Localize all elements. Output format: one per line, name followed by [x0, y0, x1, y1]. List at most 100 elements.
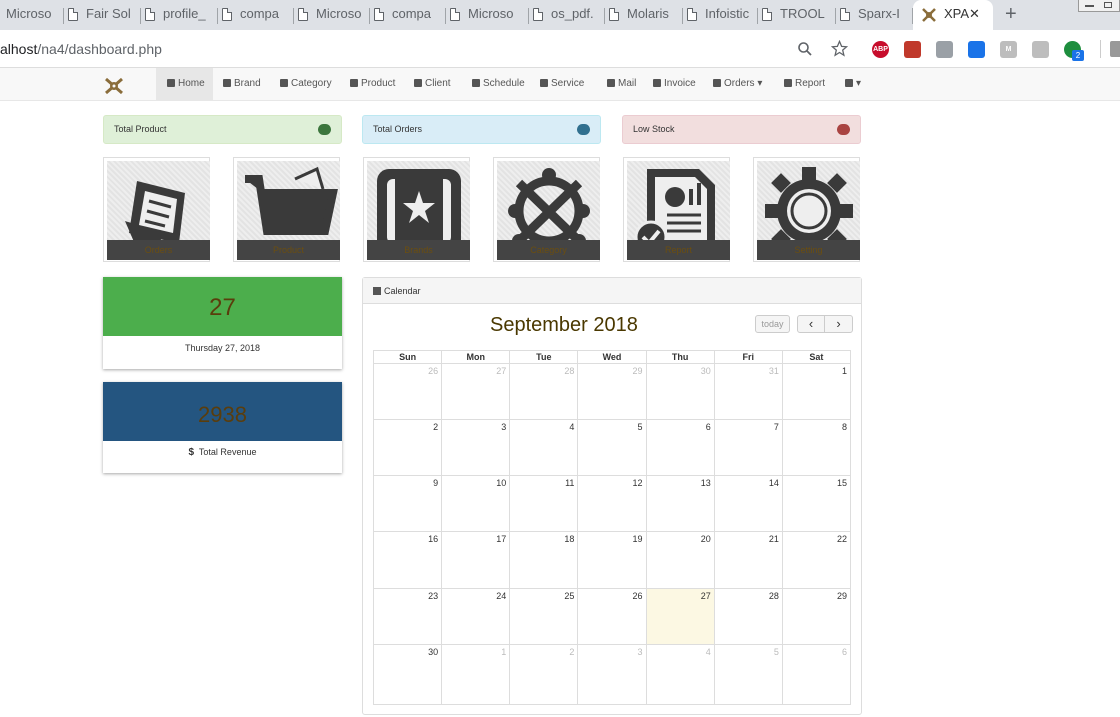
calendar-day-today[interactable]: 27	[645, 587, 715, 645]
calendar-day[interactable]: 8	[781, 419, 852, 477]
browser-tab[interactable]: compa	[218, 0, 294, 30]
calendar-day[interactable]: 11	[509, 475, 579, 533]
tile-report[interactable]: Report	[623, 157, 730, 262]
tile-brands[interactable]: Brands	[363, 157, 470, 262]
nav-brand[interactable]: Brand	[213, 68, 270, 100]
calendar-day[interactable]: 30	[645, 362, 715, 421]
calendar-day[interactable]: 29	[781, 587, 852, 645]
calendar-day[interactable]: 31	[713, 362, 783, 421]
nav-schedule[interactable]: Schedule	[462, 68, 530, 100]
profile-edge[interactable]	[1110, 41, 1120, 57]
tile-caption: Product	[237, 240, 340, 260]
tile-product[interactable]: Product	[233, 157, 340, 262]
calendar-day[interactable]: 2	[372, 419, 443, 477]
calendar-day[interactable]: 12	[577, 475, 647, 533]
stat-panel-total-orders[interactable]: Total Orders 8	[362, 115, 601, 144]
browser-tab[interactable]: Sparx-I	[836, 0, 913, 30]
calendar-day[interactable]: 2	[509, 643, 579, 706]
calendar-day[interactable]: 16	[372, 531, 443, 589]
calendar-day[interactable]: 3	[441, 419, 511, 477]
day-number: 31	[768, 366, 779, 376]
calendar-day[interactable]: 26	[577, 587, 647, 645]
restore-icon[interactable]	[1104, 2, 1112, 8]
browser-tab[interactable]: compa	[370, 0, 446, 30]
calendar-day[interactable]: 5	[577, 419, 647, 477]
tile-category[interactable]: Category	[493, 157, 600, 262]
abp-extension-icon[interactable]: ABP	[872, 41, 889, 58]
browser-tab[interactable]: Microso	[446, 0, 529, 30]
calendar-day[interactable]: 17	[441, 531, 511, 589]
window-controls[interactable]	[1078, 0, 1120, 12]
bookmark-extension-icon[interactable]	[968, 41, 985, 58]
address-bar[interactable]: alhost/na4/dashboard.php	[0, 41, 162, 57]
browser-tab[interactable]: os_pdf.	[529, 0, 605, 30]
calendar-day[interactable]: 9	[372, 475, 443, 533]
calendar-day[interactable]: 27	[441, 362, 511, 421]
calendar-day[interactable]: 30	[372, 643, 443, 706]
calendar-day[interactable]: 4	[509, 419, 579, 477]
browser-tab[interactable]: Microso	[0, 0, 64, 30]
calendar-day[interactable]: 7	[713, 419, 783, 477]
calendar-day[interactable]: 20	[645, 531, 715, 589]
nav-mail[interactable]: Mail	[597, 68, 643, 100]
tile-image: Category	[497, 161, 600, 260]
calendar-day[interactable]: 29	[577, 362, 647, 421]
bag-extension-icon[interactable]	[1032, 41, 1049, 58]
browser-tab[interactable]: Molaris	[605, 0, 683, 30]
calendar-day[interactable]: 21	[713, 531, 783, 589]
calendar-day[interactable]: 10	[441, 475, 511, 533]
calendar-day[interactable]: 18	[509, 531, 579, 589]
nav-home[interactable]: Home	[156, 68, 213, 100]
m-ext-extension-icon[interactable]: M	[1000, 41, 1017, 58]
active-tab[interactable]: XPA ✕	[913, 0, 993, 30]
shield-extension-icon[interactable]	[936, 41, 953, 58]
today-button[interactable]: today	[755, 315, 790, 333]
nav-orders[interactable]: Orders ▾	[703, 68, 774, 100]
browser-tab[interactable]: Microso	[294, 0, 370, 30]
calendar-day[interactable]: 1	[441, 643, 511, 706]
calendar-day[interactable]: 15	[781, 475, 852, 533]
tile-orders[interactable]: Orders	[103, 157, 210, 262]
prev-month-button[interactable]: ‹	[797, 315, 825, 333]
calendar-day[interactable]: 6	[781, 643, 852, 706]
stat-panel-total-product[interactable]: Total Product 8	[103, 115, 342, 144]
nav-service[interactable]: Service	[530, 68, 597, 100]
browser-tab[interactable]: TROOL	[758, 0, 836, 30]
next-month-button[interactable]: ›	[824, 315, 853, 333]
calendar-day[interactable]: 3	[577, 643, 647, 706]
new-tab-button[interactable]: +	[1005, 0, 1017, 28]
calendar-day[interactable]: 6	[645, 419, 715, 477]
calendar-day[interactable]: 5	[713, 643, 783, 706]
video-extension-icon[interactable]	[904, 41, 921, 58]
calendar-day[interactable]: 23	[372, 587, 443, 645]
brand-logo-icon[interactable]	[104, 77, 124, 95]
tile-setting[interactable]: Setting	[753, 157, 860, 262]
nav-report[interactable]: Report	[774, 68, 835, 100]
calendar-day[interactable]: 13	[645, 475, 715, 533]
calendar-day[interactable]: 4	[645, 643, 715, 706]
calendar-day[interactable]: 28	[509, 362, 579, 421]
nav-user-menu[interactable]: ▾	[835, 68, 869, 100]
stat-panel-low-stock[interactable]: Low Stock 0	[622, 115, 861, 144]
nav-client[interactable]: Client	[404, 68, 462, 100]
zoom-icon[interactable]	[797, 41, 813, 57]
calendar-day[interactable]: 26	[372, 362, 443, 421]
close-tab-icon[interactable]: ✕	[969, 0, 980, 28]
browser-tab[interactable]: Fair Sol	[64, 0, 141, 30]
browser-tab[interactable]: profile_	[141, 0, 218, 30]
calendar-day[interactable]: 19	[577, 531, 647, 589]
nav-invoice[interactable]: Invoice	[643, 68, 703, 100]
calendar-day[interactable]: 14	[713, 475, 783, 533]
nav-product[interactable]: Product	[340, 68, 404, 100]
calendar-day[interactable]: 1	[781, 362, 852, 421]
nav-category[interactable]: Category	[270, 68, 340, 100]
green-dot-extension-icon[interactable]: 2	[1064, 41, 1084, 61]
calendar-day[interactable]: 28	[713, 587, 783, 645]
minimize-icon[interactable]	[1085, 5, 1094, 7]
calendar-day[interactable]: 24	[441, 587, 511, 645]
calendar-day[interactable]: 22	[781, 531, 852, 589]
calendar-day[interactable]: 25	[509, 587, 579, 645]
tile-image: Brands	[367, 161, 470, 260]
bookmark-star-icon[interactable]	[831, 40, 848, 57]
browser-tab[interactable]: Infoistic	[683, 0, 758, 30]
